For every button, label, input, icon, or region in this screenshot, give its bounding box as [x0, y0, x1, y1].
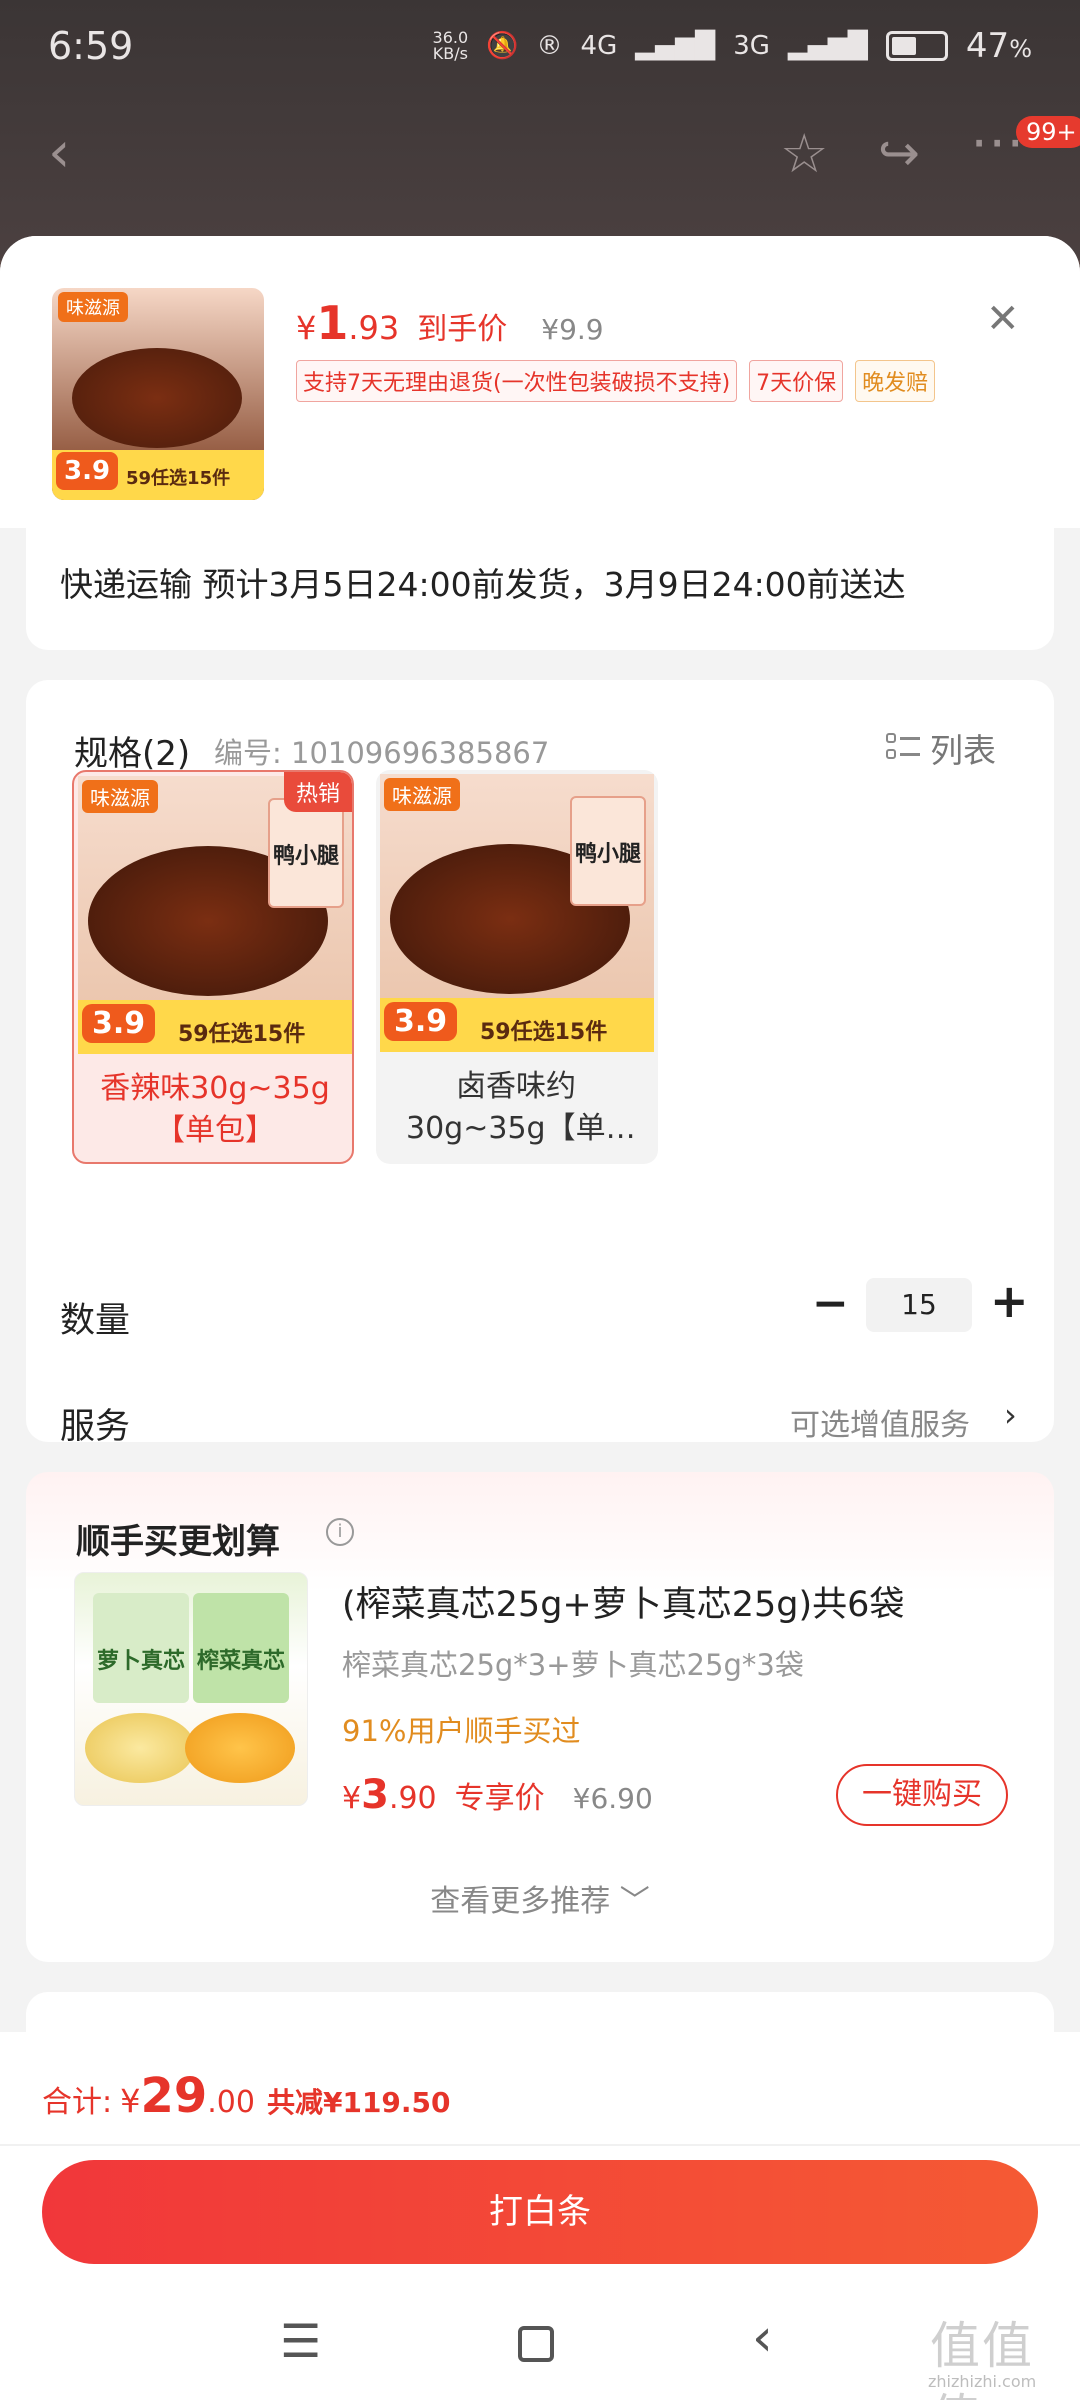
dish-image	[72, 348, 242, 448]
order-total: 合计: ¥ 29 .00 共减¥119.50	[42, 2068, 451, 2124]
back-nav-icon[interactable]: ‹	[752, 2308, 773, 2368]
option-image: 味滋源 鸭小腿 3.9 59任选15件	[380, 774, 654, 1052]
product-thumbnail: 味滋源 3.9 59任选15件	[52, 288, 264, 500]
discount-total: 共减¥119.50	[266, 2086, 451, 2119]
home-icon[interactable]	[518, 2326, 554, 2362]
chevron-right-icon[interactable]: ›	[1004, 1396, 1017, 1434]
recommend-product-name[interactable]: (榨菜真芯25g+萝卜真芯25g)共6袋	[342, 1576, 904, 1627]
service-label: 服务	[60, 1407, 131, 1447]
hot-badge: 热销	[283, 772, 352, 812]
system-nav-bar: ☰ ‹	[0, 2294, 1080, 2400]
status-bar: 6:59 36.0 KB/s 🔕 ® 4G ▂▄▆█ 3G ▂▄▆█ 47%	[0, 0, 1080, 92]
list-view-button[interactable]: 列表	[886, 724, 996, 772]
signal-4g: 4G	[580, 31, 618, 61]
option-image: 味滋源 鸭小腿 3.9 59任选15件	[78, 776, 352, 1054]
increase-button[interactable]: +	[990, 1274, 1029, 1328]
price-label: 到手价	[417, 312, 508, 347]
battery-icon	[885, 31, 948, 61]
shipping-text: 快递运输 预计3月5日24:00前发货，3月9日24:00前送达	[60, 565, 906, 604]
more-recommendations[interactable]: 查看更多推荐 ﹀	[26, 1876, 1054, 1920]
spec-option[interactable]: 味滋源 鸭小腿 3.9 59任选15件 热销 香辣味30g~35g 【单包】	[72, 770, 354, 1164]
signal-icon: ▂▄▆█	[787, 31, 868, 61]
quantity-label: 数量	[60, 1301, 131, 1341]
price-row: ¥ 1 .93 到手价 ¥9.9	[296, 296, 604, 350]
net-speed: 36.0 KB/s	[432, 28, 469, 63]
menu-icon[interactable]: ☰	[280, 2314, 321, 2368]
price-protect-tag: 7天价保	[749, 360, 844, 402]
original-price: ¥9.9	[541, 313, 604, 346]
top-nav: ‹ ☆ ↪ ⋯ 99+	[0, 110, 1080, 200]
final-price: 1	[316, 296, 349, 350]
info-icon[interactable]: i	[326, 1518, 354, 1546]
item-code: 编号: 10109696385867	[214, 736, 550, 770]
message-badge: 99+	[1016, 116, 1080, 148]
mute-icon: 🔕	[486, 31, 519, 61]
spec-title: 规格(2)	[74, 734, 191, 774]
recommend-title: 顺手买更划算	[76, 1522, 280, 1562]
shipping-card: 快递运输 预计3月5日24:00前发货，3月9日24:00前送达	[26, 528, 1054, 650]
spec-card: 规格(2) 编号: 10109696385867 列表 味滋源 鸭小腿 3.9 …	[26, 680, 1054, 1447]
close-icon[interactable]: ✕	[986, 296, 1020, 342]
watermark-url: zhizhizhi.com	[928, 2372, 1037, 2391]
pay-button[interactable]: 打白条	[42, 2160, 1038, 2264]
return-tag: 支持7天无理由退货(一次性包装破损不支持)	[296, 360, 738, 402]
back-icon[interactable]: ‹	[48, 120, 70, 185]
star-icon[interactable]: ☆	[780, 122, 828, 185]
decrease-button[interactable]: −	[812, 1278, 849, 1329]
registered-icon: ®	[536, 31, 563, 61]
product-header: 味滋源 3.9 59任选15件 ¥ 1 .93 到手价 ¥9.9 ✕ 支持7天无…	[0, 236, 1080, 528]
recommend-product-image[interactable]: 萝卜真芯 榨菜真芯	[74, 1572, 308, 1806]
spec-option[interactable]: 味滋源 鸭小腿 3.9 59任选15件 卤香味约 30g~35g【单…	[376, 770, 658, 1164]
option-label: 卤香味约 30g~35g【单…	[406, 1069, 636, 1146]
divider	[0, 2144, 1080, 2146]
recommend-product-desc: 榨菜真芯25g*3+萝卜真芯25g*3袋	[342, 1648, 804, 1682]
signal-icon: ▂▄▆█	[635, 31, 716, 61]
late-ship-tag: 晚发赔	[855, 360, 936, 402]
battery-percent: 47%	[965, 26, 1032, 66]
quantity-input[interactable]: 15	[866, 1278, 972, 1332]
promo-banner: 3.9 59任选15件	[52, 450, 264, 500]
one-click-buy-button[interactable]: 一键购买	[836, 1764, 1008, 1826]
service-tags: 支持7天无理由退货(一次性包装破损不支持) 7天价保 晚发赔	[296, 360, 936, 402]
option-label: 香辣味30g~35g 【单包】	[100, 1071, 330, 1148]
recommend-bought-rate: 91%用户顺手买过	[342, 1714, 581, 1748]
recommend-card: 顺手买更划算 i 萝卜真芯 榨菜真芯 (榨菜真芯25g+萝卜真芯25g)共6袋 …	[26, 1472, 1054, 1962]
service-option[interactable]: 可选增值服务	[790, 1400, 970, 1444]
brand-logo: 味滋源	[58, 292, 128, 322]
recommend-price: ¥ 3 .90 专享价 ¥6.90	[342, 1772, 653, 1818]
bottom-bar: 合计: ¥ 29 .00 共减¥119.50 打白条 ☰ ‹	[0, 2032, 1080, 2400]
signal-3g: 3G	[733, 31, 770, 61]
status-icons: 36.0 KB/s 🔕 ® 4G ▂▄▆█ 3G ▂▄▆█ 47%	[433, 26, 1032, 66]
share-icon[interactable]: ↪	[878, 124, 920, 182]
list-icon	[886, 733, 920, 763]
status-time: 6:59	[48, 24, 134, 68]
more-icon[interactable]: ⋯	[970, 110, 1024, 173]
